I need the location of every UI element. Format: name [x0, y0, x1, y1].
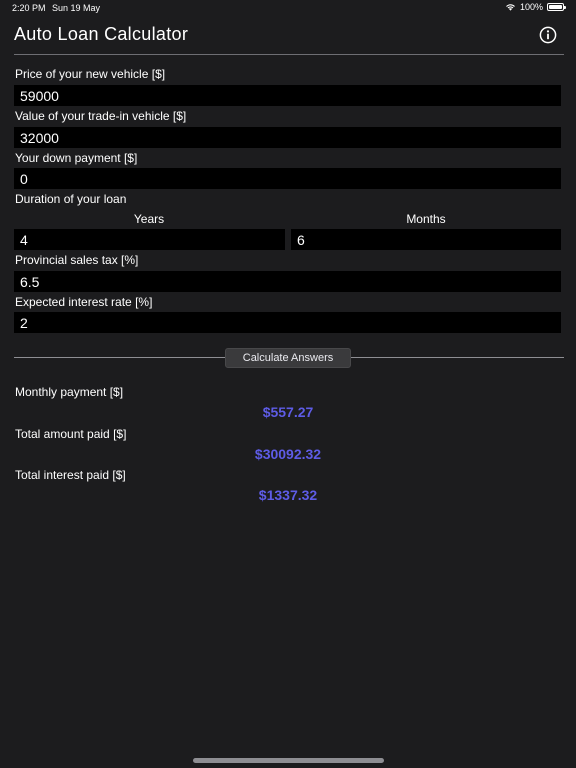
calculate-divider-left — [14, 357, 225, 358]
interest-rate-input[interactable] — [14, 312, 561, 333]
trade-in-label: Value of your trade-in vehicle [$] — [15, 109, 187, 123]
years-label: Years — [133, 212, 165, 226]
status-indicators: 100% — [505, 2, 566, 12]
status-time: 2:20 PM — [12, 3, 46, 13]
years-input[interactable] — [14, 229, 285, 250]
months-label: Months — [406, 212, 446, 226]
price-input[interactable] — [14, 85, 561, 106]
info-circle-icon — [539, 26, 557, 44]
down-payment-label: Your down payment [$] — [15, 151, 138, 165]
status-date: Sun 19 May — [52, 3, 101, 13]
trade-in-input[interactable] — [14, 127, 561, 148]
info-button[interactable] — [539, 26, 557, 44]
monthly-payment-label: Monthly payment [$] — [15, 385, 124, 399]
nav-divider — [14, 54, 564, 55]
battery-percent: 100% — [519, 2, 543, 12]
sales-tax-input[interactable] — [14, 271, 561, 292]
total-paid-label: Total amount paid [$] — [15, 427, 127, 441]
battery-icon — [547, 3, 566, 11]
months-input[interactable] — [291, 229, 561, 250]
down-payment-input[interactable] — [14, 168, 561, 189]
duration-label: Duration of your loan — [15, 192, 127, 206]
status-bar: 2:20 PM Sun 19 May 100% — [0, 0, 576, 16]
wifi-icon — [506, 4, 515, 11]
page-title: Auto Loan Calculator — [14, 24, 189, 44]
interest-rate-label: Expected interest rate [%] — [15, 295, 153, 309]
calculate-divider-right — [351, 357, 564, 358]
total-interest-label: Total interest paid [$] — [15, 468, 126, 482]
monthly-payment-value: $557.27 — [262, 404, 314, 420]
sales-tax-label: Provincial sales tax [%] — [15, 253, 139, 267]
calculate-button[interactable]: Calculate Answers — [225, 348, 351, 368]
price-label: Price of your new vehicle [$] — [15, 67, 166, 81]
home-indicator[interactable] — [193, 758, 384, 763]
total-interest-value: $1337.32 — [258, 487, 318, 503]
total-paid-value: $30092.32 — [254, 446, 322, 462]
